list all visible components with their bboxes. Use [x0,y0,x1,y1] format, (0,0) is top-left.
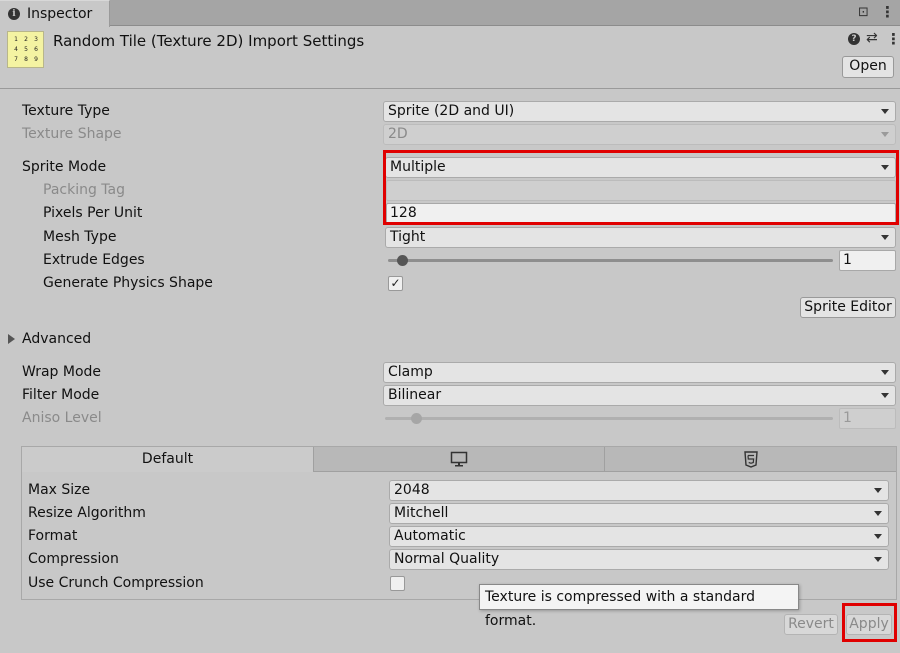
chevron-down-icon [874,511,882,516]
chevron-down-icon [874,557,882,562]
html5-icon [743,451,758,468]
chevron-down-icon [881,165,889,170]
texture-type-value: Sprite (2D and UI) [388,103,515,119]
max-size-dropdown[interactable]: 2048 [389,480,889,501]
tab-default-label: Default [141,451,194,467]
revert-button[interactable]: Revert [784,614,838,635]
checkmark-icon: ✓ [390,276,401,290]
inspector-title: Random Tile (Texture 2D) Import Settings [53,32,365,50]
tab-standalone[interactable] [314,447,605,472]
chevron-down-icon [881,393,889,398]
thumbnail-digit: 7 [14,56,18,63]
use-crunch-compression-label: Use Crunch Compression [28,575,204,591]
apply-button[interactable]: Apply [846,614,892,635]
resize-algorithm-dropdown[interactable]: Mitchell [389,503,889,524]
format-dropdown[interactable]: Automatic [389,526,889,547]
chevron-down-icon [881,235,889,240]
lock-icon[interactable]: ⊡ [858,5,869,20]
mesh-type-dropdown[interactable]: Tight [385,227,896,248]
texture-type-dropdown[interactable]: Sprite (2D and UI) [383,101,896,122]
thumbnail-digit: 3 [34,36,38,43]
tab-inspector[interactable]: i Inspector [0,0,110,27]
compression-label: Compression [28,551,119,567]
chevron-down-icon [881,370,889,375]
thumbnail-digit: 6 [34,46,38,53]
tab-webgl[interactable] [605,447,896,472]
use-crunch-compression-checkbox[interactable] [390,576,405,591]
aniso-level-label: Aniso Level [22,410,102,426]
thumbnail-digit: 8 [24,56,28,63]
wrap-mode-value: Clamp [388,364,433,380]
max-size-label: Max Size [28,482,91,498]
format-label: Format [28,528,78,544]
max-size-value: 2048 [394,482,430,498]
compression-value: Normal Quality [394,551,500,567]
format-value: Automatic [394,528,466,544]
thumbnail-digit: 5 [24,46,28,53]
chevron-down-icon [874,488,882,493]
extrude-edges-input[interactable]: 1 [839,250,896,271]
extrude-edges-slider-handle[interactable] [396,255,408,266]
thumbnail-digit: 2 [24,36,28,43]
extrude-edges-label: Extrude Edges [43,252,145,268]
packing-tag-field [386,180,896,201]
generate-physics-shape-checkbox[interactable]: ✓ [388,276,403,291]
aniso-level-slider-track [385,417,833,420]
wrap-mode-label: Wrap Mode [22,364,102,380]
chevron-down-icon [881,109,889,114]
pixels-per-unit-input[interactable]: 128 [386,203,896,224]
packing-tag-label: Packing Tag [43,182,125,198]
thumbnail-digit: 9 [34,56,38,63]
texture-shape-dropdown: 2D [383,124,896,145]
info-icon: i [8,8,20,20]
header-menu-icon[interactable]: ⋮ [886,30,900,48]
thumbnail-digit: 4 [14,46,18,53]
header-divider [0,88,900,89]
texture-type-label: Texture Type [22,103,110,119]
texture-shape-value: 2D [388,126,408,142]
foldout-arrow-icon[interactable] [8,334,15,344]
wrap-mode-dropdown[interactable]: Clamp [383,362,896,383]
filter-mode-value: Bilinear [388,387,442,403]
sprite-mode-value: Multiple [390,159,446,175]
pixels-per-unit-label: Pixels Per Unit [43,205,143,221]
resize-algorithm-value: Mitchell [394,505,449,521]
open-button[interactable]: Open [842,56,894,78]
mesh-type-value: Tight [390,229,426,245]
aniso-level-input: 1 [839,408,896,429]
chevron-down-icon [874,534,882,539]
extrude-edges-slider-track[interactable] [388,259,833,262]
preset-icon[interactable]: ⇄ [866,30,878,46]
thumbnail-digit: 1 [14,36,18,43]
generate-physics-shape-label: Generate Physics Shape [43,275,213,291]
tab-bar [0,0,900,26]
resize-algorithm-label: Resize Algorithm [28,505,146,521]
tab-menu-icon[interactable]: ⋮ [880,3,895,21]
texture-thumbnail: 123 456 789 [7,31,44,68]
tooltip: Texture is compressed with a standard fo… [479,584,799,629]
texture-shape-label: Texture Shape [22,126,122,142]
compression-dropdown[interactable]: Normal Quality [389,549,889,570]
help-icon[interactable]: ? [848,33,860,45]
sprite-editor-button[interactable]: Sprite Editor [800,297,896,318]
mesh-type-label: Mesh Type [43,229,117,245]
sprite-mode-dropdown[interactable]: Multiple [385,157,896,178]
sprite-mode-label: Sprite Mode [22,159,107,175]
advanced-foldout-label[interactable]: Advanced [22,331,91,347]
filter-mode-label: Filter Mode [22,387,100,403]
tab-label: Inspector [27,6,93,22]
tab-default[interactable]: Default [22,447,314,472]
monitor-icon [450,451,468,467]
chevron-down-icon [881,132,889,137]
filter-mode-dropdown[interactable]: Bilinear [383,385,896,406]
aniso-level-slider-handle [411,413,423,424]
